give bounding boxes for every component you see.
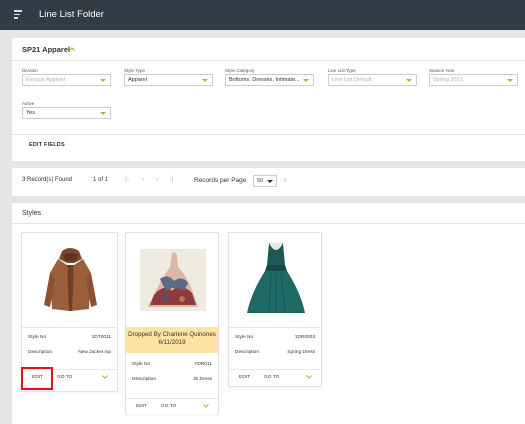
description-value: Jb Dress xyxy=(193,377,212,382)
style-no-row: Style No YDR011 xyxy=(132,362,212,369)
records-per-page-value: 50 xyxy=(257,178,264,184)
description-row: Description Jb Dress xyxy=(132,377,212,384)
style-no-label: Style No xyxy=(132,362,151,367)
caret-down-icon xyxy=(406,79,412,82)
description-label: Description xyxy=(28,350,52,355)
records-per-page-select[interactable]: 50 xyxy=(253,175,277,187)
style-no-value: 1DR0003 xyxy=(294,335,315,340)
season-year-select[interactable]: Spring 2021 xyxy=(429,74,518,86)
division-field[interactable]: Division Evoque Apparel xyxy=(22,68,111,86)
season-year-value: Spring 2021 xyxy=(433,77,463,83)
divider xyxy=(229,327,321,328)
style-type-field[interactable]: Style Type Apparel xyxy=(124,68,213,86)
dropped-banner: Dropped By Charlene Quinones 6/11/2019 xyxy=(126,327,218,353)
style-category-select[interactable]: Bottoms, Dresses, Intimate... xyxy=(225,74,314,86)
caret-down-icon xyxy=(303,79,309,82)
description-label: Description xyxy=(132,377,156,382)
style-card[interactable]: Style No 1DR0003 Description Spring Dres… xyxy=(228,232,322,387)
description-row: Description Spring Dress xyxy=(235,350,315,357)
divider xyxy=(22,327,117,328)
floral-gown-image xyxy=(140,249,206,311)
style-category-value: Bottoms, Dresses, Intimate... xyxy=(229,77,300,83)
divider xyxy=(12,60,525,61)
active-select[interactable]: Yes xyxy=(22,107,111,119)
next-page-disabled-icon[interactable]: › xyxy=(156,176,158,183)
caret-down-icon xyxy=(100,79,106,82)
pagination-bar: 3 Record(s) Found 1 of 1 |‹ ‹ › ›| Recor… xyxy=(12,168,525,196)
style-image[interactable] xyxy=(22,233,117,327)
chevron-down-icon[interactable] xyxy=(306,375,312,379)
styles-title: Styles xyxy=(22,210,42,217)
teal-dress-image xyxy=(247,243,305,314)
divider xyxy=(12,223,525,224)
line-list-type-select[interactable]: Line List Default xyxy=(328,74,417,86)
style-no-row: Style No 1DT0011 xyxy=(28,335,111,342)
card-actions: EDIT GO TO xyxy=(126,398,218,414)
records-found: 3 Record(s) Found xyxy=(22,177,73,183)
style-no-label: Style No xyxy=(28,335,47,340)
chevron-down-icon[interactable] xyxy=(102,375,108,379)
last-page-icon[interactable]: ›| xyxy=(169,176,173,183)
style-type-value: Apparel xyxy=(128,77,147,83)
line-list-type-field[interactable]: Line List Type Line List Default xyxy=(328,68,417,86)
description-label: Description xyxy=(235,350,259,355)
style-card[interactable]: Dropped By Charlene Quinones 6/11/2019 S… xyxy=(125,232,219,414)
prev-page-icon[interactable]: ‹ xyxy=(142,176,144,183)
folder-panel: SP21 Apparel Division Evoque Apparel Sty… xyxy=(12,38,525,161)
active-field[interactable]: Active Yes xyxy=(22,101,111,119)
caret-down-icon xyxy=(507,79,513,82)
styles-panel: Styles Style No 1DT0011 Description New … xyxy=(12,203,525,424)
description-value: Spring Dress xyxy=(287,350,315,355)
first-page-icon[interactable]: |‹ xyxy=(125,176,129,183)
chevron-up-icon[interactable] xyxy=(69,47,75,51)
style-category-field[interactable]: Style Category Bottoms, Dresses, Intimat… xyxy=(225,68,314,86)
style-type-select[interactable]: Apparel xyxy=(124,74,213,86)
division-value: Evoque Apparel xyxy=(26,77,65,83)
description-value: New Jacket mp xyxy=(78,350,111,355)
leather-jacket-image xyxy=(44,248,97,311)
edit-button[interactable]: EDIT xyxy=(136,404,147,409)
active-value: Yes xyxy=(26,110,35,116)
description-row: Description New Jacket mp xyxy=(28,350,111,357)
card-actions: EDIT GO TO xyxy=(229,369,321,385)
folder-name: SP21 Apparel xyxy=(22,45,71,54)
caret-down-icon xyxy=(100,112,106,115)
style-no-label: Style No xyxy=(235,335,254,340)
season-year-field[interactable]: Season Year Spring 2021 xyxy=(429,68,518,86)
page-title: Line List Folder xyxy=(39,9,104,20)
goto-dropdown[interactable]: GO TO xyxy=(264,375,279,380)
page-indicator: 1 of 1 xyxy=(93,177,109,183)
edit-highlight-box xyxy=(21,367,53,390)
style-image[interactable] xyxy=(229,233,321,327)
division-select[interactable]: Evoque Apparel xyxy=(22,74,111,86)
line-list-type-value: Line List Default xyxy=(332,77,372,83)
style-no-value: YDR011 xyxy=(194,362,212,367)
chevron-down-icon[interactable] xyxy=(203,404,209,408)
divider xyxy=(12,134,525,135)
style-no-value: 1DT0011 xyxy=(91,335,111,340)
chevron-right-icon[interactable]: › xyxy=(284,175,287,184)
edit-button[interactable]: EDIT xyxy=(239,375,250,380)
goto-dropdown[interactable]: GO TO xyxy=(57,375,72,380)
goto-dropdown[interactable]: GO TO xyxy=(161,404,176,409)
style-image[interactable] xyxy=(126,233,218,327)
records-per-page-label: Records per Page xyxy=(194,177,247,184)
caret-down-icon xyxy=(202,79,208,82)
style-no-row: Style No 1DR0003 xyxy=(235,335,315,342)
hamburger-icon[interactable] xyxy=(14,10,24,19)
edit-fields-button[interactable]: EDIT FIELDS xyxy=(29,142,65,148)
top-bar: Line List Folder xyxy=(0,0,525,30)
caret-down-icon xyxy=(267,180,273,183)
